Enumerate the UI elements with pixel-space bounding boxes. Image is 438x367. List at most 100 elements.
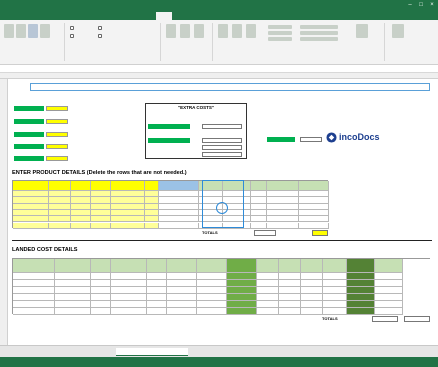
landed-cell (55, 287, 91, 294)
landed-cell (279, 294, 301, 301)
extra-cost-input[interactable] (202, 138, 242, 143)
zoom-icon[interactable] (166, 24, 176, 38)
landed-cell (13, 301, 55, 308)
group-separator (160, 23, 161, 61)
custom-views-icon[interactable] (40, 24, 50, 38)
sheet-tab-active[interactable] (116, 348, 188, 356)
ruler-checkbox[interactable] (70, 26, 74, 30)
landed-cell (279, 287, 301, 294)
landed-cell (301, 273, 323, 280)
product-cell[interactable] (145, 222, 159, 229)
landed-cell (167, 294, 197, 301)
close-icon[interactable]: × (427, 1, 437, 9)
input-cell[interactable] (46, 119, 68, 124)
landed-cell (55, 294, 91, 301)
tab-formulas[interactable] (92, 12, 112, 19)
window-title (150, 1, 290, 9)
zoom-100-icon[interactable] (180, 24, 190, 38)
product-cell[interactable] (71, 222, 91, 229)
tab-file[interactable] (6, 12, 20, 19)
zoom-selection-icon[interactable] (194, 24, 204, 38)
landed-cell (301, 308, 323, 315)
product-cell[interactable] (49, 222, 71, 229)
landed-cell (375, 287, 403, 294)
share-button[interactable] (412, 12, 432, 19)
maximize-icon[interactable]: □ (416, 1, 426, 9)
title-bar: – □ × (0, 0, 438, 10)
tab-data[interactable] (116, 12, 130, 19)
product-cell[interactable] (111, 222, 145, 229)
tab-help[interactable] (176, 12, 190, 19)
arrange-all-icon[interactable] (232, 24, 242, 38)
tab-page-layout[interactable] (62, 12, 88, 19)
landed-header-cell (257, 259, 279, 273)
normal-view-icon[interactable] (4, 24, 14, 38)
landed-cell (257, 294, 279, 301)
landed-cell (147, 308, 167, 315)
tab-home[interactable] (24, 12, 38, 19)
product-cell[interactable] (91, 222, 111, 229)
input-cell[interactable] (46, 132, 68, 137)
sheet-tab[interactable] (36, 348, 114, 356)
incodocs-logo-icon (326, 132, 337, 143)
freeze-panes-icon[interactable] (246, 24, 256, 38)
headings-checkbox[interactable] (98, 34, 102, 38)
side-link[interactable] (333, 180, 388, 189)
rate-input-cell[interactable] (300, 137, 322, 142)
landed-cell (91, 273, 111, 280)
landed-cell (111, 273, 147, 280)
selection-circle (216, 202, 228, 214)
minimize-icon[interactable]: – (405, 1, 415, 9)
landed-cell (111, 280, 147, 287)
landed-cell (279, 273, 301, 280)
landed-cell (301, 287, 323, 294)
formula-bar[interactable] (0, 65, 438, 73)
tell-me-search[interactable] (252, 12, 322, 19)
extra-cost-input[interactable] (202, 124, 242, 129)
group-separator (212, 23, 213, 61)
input-cell[interactable] (46, 156, 68, 161)
landed-cell (347, 273, 375, 280)
synchronous-scrolling-button[interactable] (300, 31, 338, 35)
new-window-icon[interactable] (218, 24, 228, 38)
landed-header-cell (279, 259, 301, 273)
label-sub (14, 112, 54, 116)
landed-cell (147, 273, 167, 280)
product-header-cell (71, 181, 91, 191)
tab-review[interactable] (134, 12, 152, 19)
switch-windows-icon[interactable] (356, 24, 368, 38)
banner-text (31, 84, 429, 90)
tab-team[interactable] (226, 12, 244, 19)
landed-cell (279, 301, 301, 308)
landed-header-cell (167, 259, 197, 273)
extra-cost-input[interactable] (202, 152, 242, 157)
reset-window-button[interactable] (300, 37, 338, 41)
tab-addins[interactable] (194, 12, 222, 19)
page-layout-icon[interactable] (28, 24, 38, 38)
status-right (290, 358, 430, 366)
section-divider (12, 240, 432, 241)
hide-button[interactable] (268, 31, 292, 35)
macros-icon[interactable] (392, 24, 404, 38)
view-side-by-side-button[interactable] (300, 25, 338, 29)
row-headers[interactable] (0, 79, 8, 345)
tab-view[interactable] (156, 12, 172, 20)
landed-cell (375, 273, 403, 280)
landed-cell (347, 294, 375, 301)
landed-cell (323, 308, 347, 315)
product-header-cell (145, 181, 159, 191)
product-cell[interactable] (13, 222, 49, 229)
gridlines-checkbox[interactable] (70, 34, 74, 38)
unhide-button[interactable] (268, 37, 292, 41)
input-cell[interactable] (46, 144, 68, 149)
tab-insert[interactable] (42, 12, 58, 19)
label-cell (14, 106, 44, 111)
extra-cost-input[interactable] (202, 145, 242, 150)
input-cell[interactable] (46, 106, 68, 111)
formula-bar-checkbox[interactable] (98, 26, 102, 30)
totals-highlight (312, 230, 328, 236)
landed-cell (167, 301, 197, 308)
page-break-icon[interactable] (16, 24, 26, 38)
split-button[interactable] (268, 25, 292, 29)
label-cell (14, 156, 44, 161)
